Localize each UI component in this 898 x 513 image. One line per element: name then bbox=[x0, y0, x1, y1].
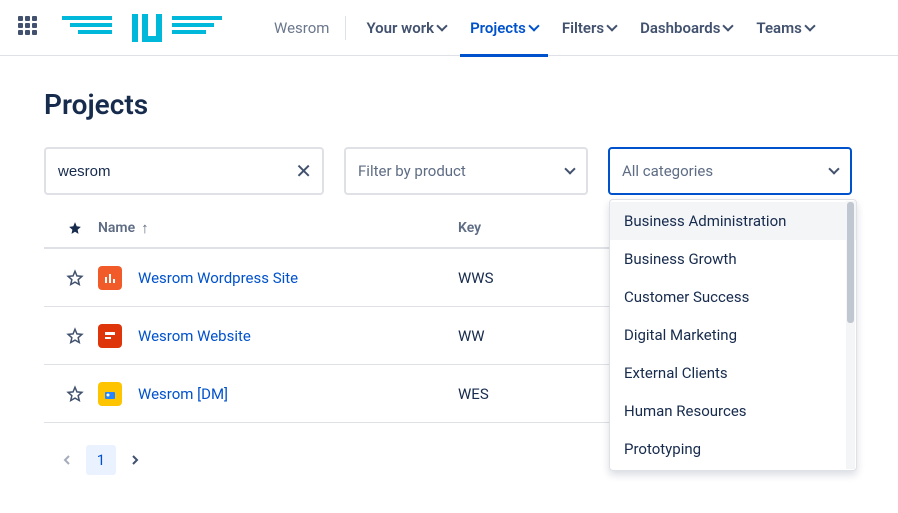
nav-item-label: Filters bbox=[562, 19, 604, 37]
category-option[interactable]: Prototyping bbox=[610, 430, 856, 468]
project-key: WWS bbox=[458, 269, 494, 287]
sort-ascending-icon: ↑ bbox=[141, 219, 149, 237]
filter-bar: ✕ Filter by product All categories Busin… bbox=[44, 147, 854, 195]
project-link[interactable]: Wesrom [DM] bbox=[138, 385, 228, 403]
nav-divider bbox=[345, 16, 346, 40]
project-key: WES bbox=[458, 385, 489, 403]
search-input[interactable] bbox=[58, 163, 310, 180]
star-icon bbox=[68, 221, 82, 235]
column-star[interactable] bbox=[52, 221, 98, 235]
column-label: Name bbox=[98, 220, 135, 236]
column-name[interactable]: Name ↑ bbox=[98, 219, 458, 237]
nav-item-label: Dashboards bbox=[640, 19, 720, 37]
select-placeholder: All categories bbox=[622, 162, 713, 180]
category-option[interactable]: Customer Success bbox=[610, 278, 856, 316]
project-avatar-icon bbox=[98, 324, 122, 348]
category-option[interactable]: Digital Marketing bbox=[610, 316, 856, 354]
apps-switcher-icon[interactable] bbox=[18, 16, 42, 40]
star-icon[interactable] bbox=[66, 327, 84, 345]
filter-category-select[interactable]: All categories Business Administration B… bbox=[608, 147, 852, 195]
select-placeholder: Filter by product bbox=[358, 162, 466, 180]
page-content: Projects ✕ Filter by product All categor… bbox=[0, 56, 898, 507]
chevron-down-icon bbox=[830, 167, 838, 175]
pagination-next[interactable] bbox=[120, 445, 150, 475]
project-avatar-icon bbox=[98, 382, 122, 406]
pagination-current-page[interactable]: 1 bbox=[86, 445, 116, 475]
category-option[interactable]: External Clients bbox=[610, 354, 856, 392]
star-icon[interactable] bbox=[66, 269, 84, 287]
column-key[interactable]: Key bbox=[458, 220, 578, 236]
filter-product-select[interactable]: Filter by product bbox=[344, 147, 588, 195]
search-input-wrap[interactable]: ✕ bbox=[44, 147, 324, 195]
nav-item-label: Your work bbox=[366, 19, 434, 37]
chevron-down-icon bbox=[608, 24, 616, 32]
project-link[interactable]: Wesrom Wordpress Site bbox=[138, 269, 298, 287]
pagination-prev[interactable] bbox=[52, 445, 82, 475]
page-title: Projects bbox=[44, 88, 854, 121]
nav-projects[interactable]: Projects bbox=[460, 11, 548, 45]
nav-dashboards[interactable]: Dashboards bbox=[630, 11, 742, 45]
nav: Wesrom Your work Projects Filters Dashbo… bbox=[268, 11, 824, 45]
nav-item-label: Teams bbox=[756, 19, 801, 37]
project-avatar-icon bbox=[98, 266, 122, 290]
column-label: Key bbox=[458, 220, 481, 236]
nav-teams[interactable]: Teams bbox=[746, 11, 823, 45]
nav-filters[interactable]: Filters bbox=[552, 11, 626, 45]
nav-your-work[interactable]: Your work bbox=[356, 11, 456, 45]
category-option[interactable]: Business Administration bbox=[610, 202, 856, 240]
dropdown-scrollbar[interactable] bbox=[846, 201, 855, 469]
org-name: Wesrom bbox=[268, 19, 339, 37]
chevron-down-icon bbox=[806, 24, 814, 32]
chevron-down-icon bbox=[724, 24, 732, 32]
chevron-down-icon bbox=[530, 24, 538, 32]
nav-item-label: Projects bbox=[470, 19, 526, 37]
top-nav: Wesrom Your work Projects Filters Dashbo… bbox=[0, 0, 898, 56]
category-dropdown: Business Administration Business Growth … bbox=[609, 199, 857, 471]
chevron-down-icon bbox=[438, 24, 446, 32]
project-key: WW bbox=[458, 327, 485, 345]
category-option[interactable]: Human Resources bbox=[610, 392, 856, 430]
star-icon[interactable] bbox=[66, 385, 84, 403]
chevron-down-icon bbox=[566, 167, 574, 175]
clear-search-icon[interactable]: ✕ bbox=[295, 159, 312, 183]
category-option[interactable]: Business Growth bbox=[610, 240, 856, 278]
project-link[interactable]: Wesrom Website bbox=[138, 327, 251, 345]
logo[interactable] bbox=[62, 14, 242, 42]
